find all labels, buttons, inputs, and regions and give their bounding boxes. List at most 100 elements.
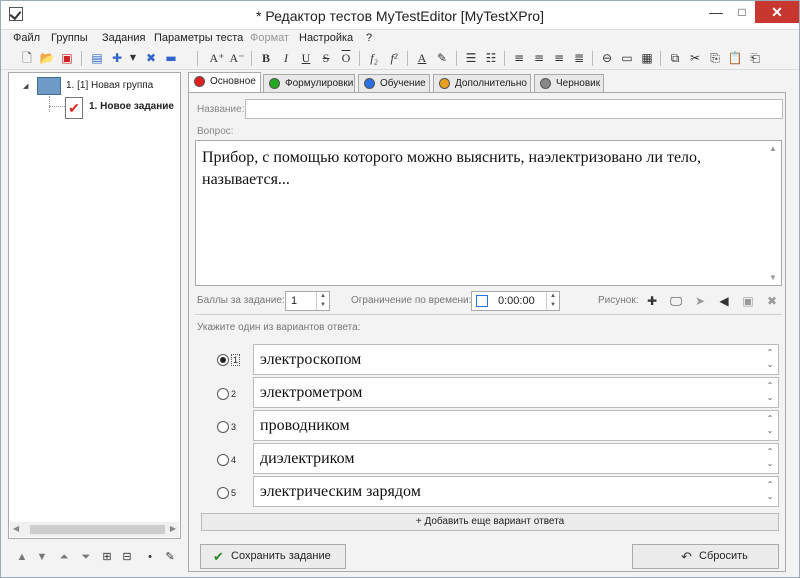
move-down-icon[interactable]: ▼ — [35, 550, 49, 564]
time-limit-checkbox[interactable] — [476, 295, 488, 307]
align-center-icon[interactable]: ≡ — [531, 50, 547, 66]
answer-field-2[interactable]: электрометром ⌃ ⌄ — [253, 377, 779, 408]
paste-icon[interactable]: 📋 — [727, 50, 743, 66]
monitor-icon[interactable]: 🖵 — [668, 293, 684, 309]
font-color-icon[interactable]: A — [414, 50, 430, 66]
answer-text[interactable]: проводником — [260, 417, 350, 435]
italic-icon[interactable]: I — [278, 50, 294, 66]
menu-tasks[interactable]: Задания — [102, 32, 145, 44]
menu-file[interactable]: Файл — [13, 32, 40, 44]
align-justify-icon[interactable]: ≣ — [571, 50, 587, 66]
answer-scroll-icon[interactable]: ⌃ ⌄ — [765, 446, 775, 470]
answer-scroll-icon[interactable]: ⌃ ⌄ — [765, 380, 775, 404]
numbered-list-icon[interactable]: ☷ — [483, 50, 499, 66]
add-picture-icon[interactable]: ✚ — [644, 293, 660, 309]
save-file-icon[interactable]: ▣ — [59, 50, 75, 66]
delete-icon[interactable]: ✖ — [143, 50, 159, 66]
overline-icon[interactable]: O — [338, 50, 354, 66]
copy-format-icon[interactable]: ⧉ — [667, 50, 683, 66]
menu-format[interactable]: Формат — [250, 32, 289, 44]
menu-groups[interactable]: Группы — [51, 32, 88, 44]
minimize-button[interactable]: — — [703, 1, 729, 23]
bullet-list-icon[interactable]: ☰ — [463, 50, 479, 66]
collapse-all-icon[interactable]: ⊟ — [120, 550, 134, 564]
formula-icon[interactable]: ⊖ — [599, 50, 615, 66]
time-limit-stepper[interactable]: 0:00:00 ▲ ▼ — [471, 291, 560, 311]
answer-scroll-icon[interactable]: ⌃ ⌄ — [765, 479, 775, 503]
image-icon[interactable]: ▭ — [619, 50, 635, 66]
points-value[interactable]: 1 — [291, 295, 297, 307]
edit-pencil-icon[interactable]: ✎ — [163, 550, 177, 564]
paste-special-icon[interactable]: ⎗ — [747, 50, 763, 66]
answer-radio-1[interactable] — [217, 354, 229, 366]
menu-settings[interactable]: Настройка — [299, 32, 353, 44]
tab-training[interactable]: Обучение — [358, 74, 430, 92]
menu-test-params[interactable]: Параметры теста — [154, 32, 243, 44]
expand-icon[interactable]: ◢ — [23, 82, 28, 90]
maximize-button[interactable]: □ — [729, 1, 755, 23]
answer-radio-3[interactable] — [217, 421, 229, 433]
subscript-icon[interactable]: f₂ — [366, 50, 382, 66]
strikethrough-icon[interactable]: S — [318, 50, 334, 66]
answer-field-4[interactable]: диэлектриком ⌃ ⌄ — [253, 443, 779, 474]
close-window-button[interactable]: ✕ — [755, 1, 799, 23]
points-stepper[interactable]: 1 ▲ ▼ — [285, 291, 330, 311]
time-spin-buttons[interactable]: ▲ ▼ — [546, 292, 559, 310]
font-shrink-icon[interactable]: A⁻ — [229, 50, 245, 66]
answer-radio-2[interactable] — [217, 388, 229, 400]
question-text[interactable]: Прибор, с помощью которого можно выяснит… — [202, 147, 757, 191]
delete-picture-icon[interactable]: ✖ — [764, 293, 780, 309]
add-answer-button[interactable]: + Добавить еще вариант ответа — [201, 513, 779, 531]
question-editor[interactable]: Прибор, с помощью которого можно выяснит… — [195, 140, 782, 286]
time-limit-value[interactable]: 0:00:00 — [498, 295, 535, 307]
tree-task-item[interactable]: 1. Новое задание — [89, 101, 174, 112]
question-scrollbar[interactable]: ▲ ▼ — [766, 142, 780, 284]
answer-scroll-icon[interactable]: ⌃ ⌄ — [765, 413, 775, 437]
copy-icon[interactable]: ⎘ — [707, 50, 723, 66]
cut-icon[interactable]: ✂ — [687, 50, 703, 66]
answer-field-1[interactable]: электроскопом ⌃ ⌄ — [253, 344, 779, 375]
answer-text[interactable]: электрическим зарядом — [260, 483, 421, 501]
answer-scroll-icon[interactable]: ⌃ ⌄ — [765, 347, 775, 371]
answer-text[interactable]: диэлектриком — [260, 450, 354, 468]
superscript-icon[interactable]: f² — [386, 50, 402, 66]
tree-horizontal-scrollbar[interactable]: ◀ ▶ — [10, 522, 179, 537]
save-task-button[interactable]: ✔ Сохранить задание — [200, 544, 346, 569]
tab-additional[interactable]: Дополнительно — [433, 74, 531, 92]
arrow-left-icon[interactable]: ◀ — [716, 293, 732, 309]
open-file-icon[interactable]: 📂 — [39, 50, 55, 66]
reset-button[interactable]: ↶ Сбросить — [632, 544, 779, 569]
answer-text[interactable]: электроскопом — [260, 351, 361, 369]
answer-field-5[interactable]: электрическим зарядом ⌃ ⌄ — [253, 476, 779, 507]
chevron-down-icon[interactable]: ▼ — [125, 50, 141, 66]
remove-icon[interactable]: ▬ — [163, 50, 179, 66]
answer-text[interactable]: электрометром — [260, 384, 362, 402]
arrow-right-icon[interactable]: ➤ — [692, 293, 708, 309]
name-input[interactable] — [245, 99, 783, 119]
save-picture-icon[interactable]: ▣ — [740, 293, 756, 309]
dot-icon[interactable]: • — [143, 550, 157, 564]
align-left-icon[interactable]: ≡ — [511, 50, 527, 66]
answer-radio-4[interactable] — [217, 454, 229, 466]
move-bottom-icon[interactable]: ⏷ — [79, 550, 93, 564]
tab-main[interactable]: Основное — [188, 72, 261, 93]
points-spin-buttons[interactable]: ▲ ▼ — [316, 292, 329, 310]
task-tree[interactable]: ◢ 1. [1] Новая группа ✔ 1. Новое задание… — [8, 72, 181, 539]
expand-all-icon[interactable]: ⊞ — [100, 550, 114, 564]
new-file-icon[interactable]: 🗋 — [19, 50, 35, 66]
tree-group-item[interactable]: 1. [1] Новая группа — [66, 80, 153, 91]
bold-icon[interactable]: B — [258, 50, 274, 66]
align-right-icon[interactable]: ≡ — [551, 50, 567, 66]
font-grow-icon[interactable]: A⁺ — [209, 50, 225, 66]
add-group-icon[interactable]: ▤ — [89, 50, 105, 66]
underline-icon[interactable]: U — [298, 50, 314, 66]
menu-help[interactable]: ? — [366, 32, 372, 44]
add-task-icon[interactable]: ✚ — [109, 50, 125, 66]
highlight-icon[interactable]: ✎ — [434, 50, 450, 66]
move-top-icon[interactable]: ⏶ — [57, 550, 71, 564]
tab-draft[interactable]: Черновик — [534, 74, 604, 92]
move-up-icon[interactable]: ▲ — [15, 550, 29, 564]
table-icon[interactable]: ▦ — [639, 50, 655, 66]
answer-radio-5[interactable] — [217, 487, 229, 499]
answer-field-3[interactable]: проводником ⌃ ⌄ — [253, 410, 779, 441]
